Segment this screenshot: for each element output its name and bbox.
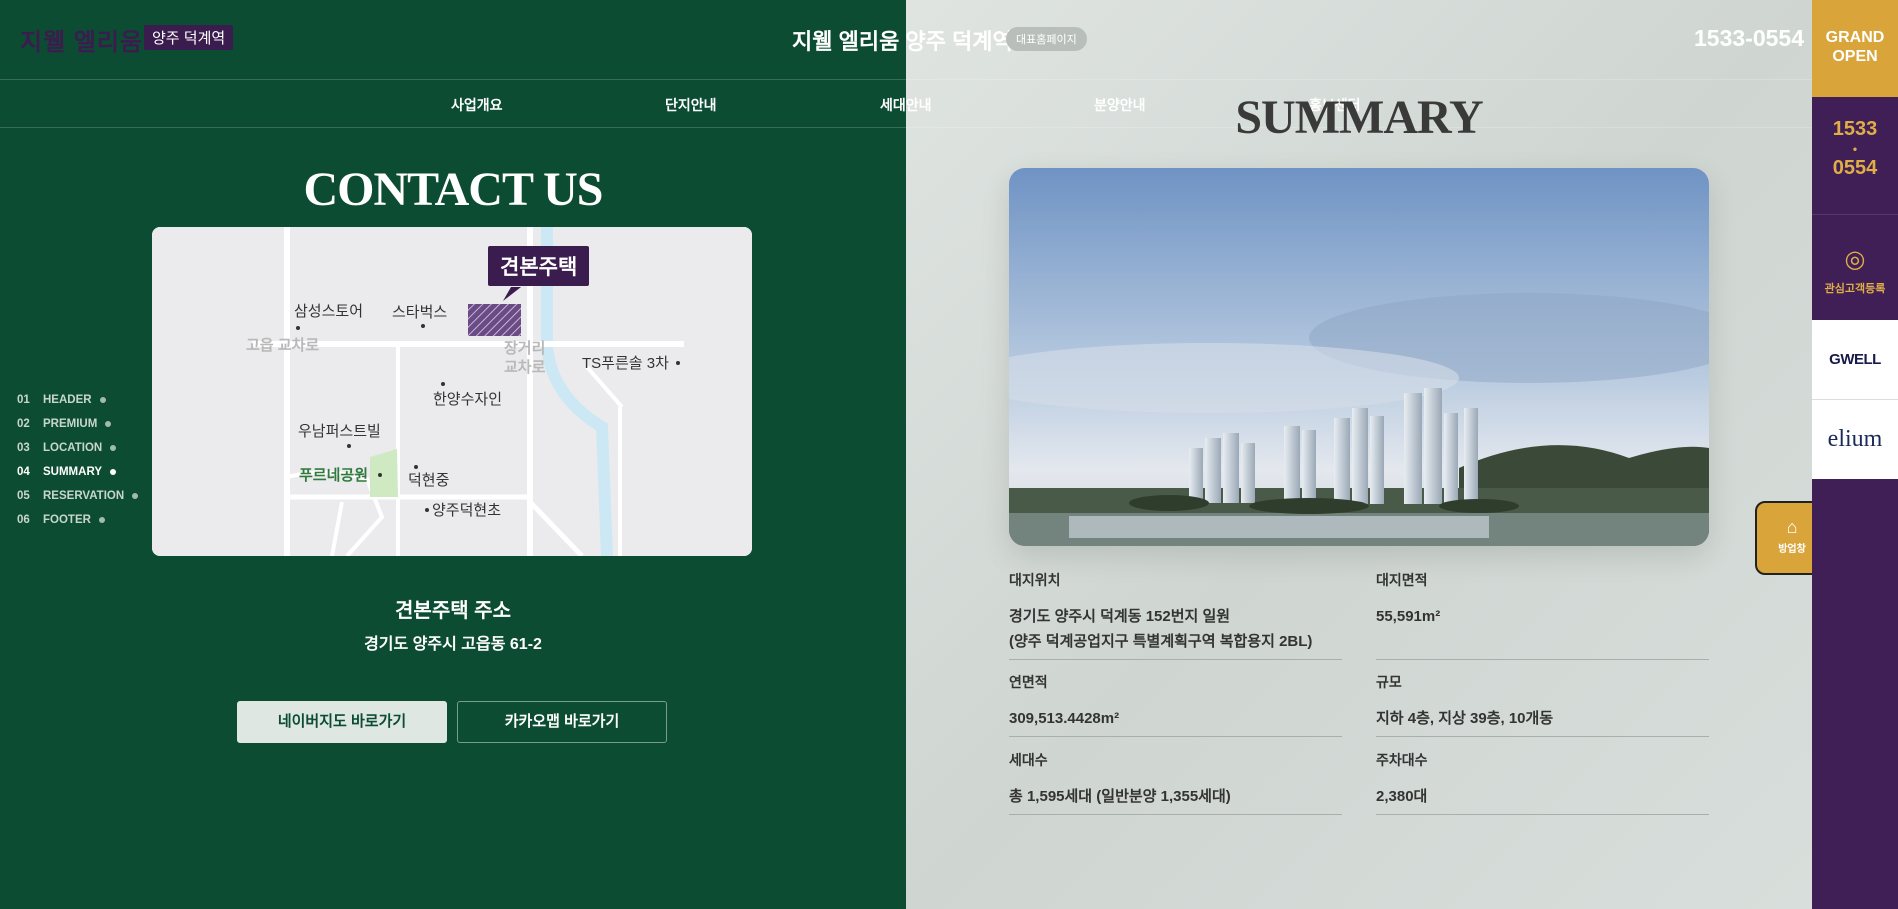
nav-dot-icon [132, 493, 139, 499]
map-label-hanyang: 한양수자인 [433, 391, 503, 408]
target-icon: ◎ [1844, 246, 1866, 273]
summary-title: SUMMARY [1235, 91, 1483, 144]
location-map: 견본주택 삼성스토어 스타벅스 고읍 교차로 장거리 교차로 TS푸른솔 3차 … [152, 227, 752, 556]
nav-dot-icon [110, 469, 116, 475]
site-title[interactable]: 지웰 엘리움 양주 덕계역 [792, 24, 1013, 56]
address-text: 경기도 양주시 고읍동 61-2 [364, 636, 542, 653]
map-label-starbucks: 스타벅스 [392, 304, 448, 321]
official-site-badge: 대표홈페이지 [1006, 27, 1087, 51]
map-label-ts: TS푸른솔 3차 [582, 355, 669, 372]
section-nav-reservation[interactable]: 05 RESERVATION [17, 484, 139, 508]
model-house-marker-label: 견본주택 [500, 256, 578, 279]
elium-brand-logo[interactable]: elium [1812, 400, 1898, 479]
map-label-deokhyeon-middle: 덕현중 [408, 472, 450, 489]
map-label-samsung: 삼성스토어 [294, 303, 364, 320]
nav-dot-icon [105, 421, 112, 427]
section-nav-premium[interactable]: 02 PREMIUM [17, 412, 138, 436]
nav-dot-icon [98, 517, 105, 523]
gwell-brand-logo[interactable]: GWELL [1812, 320, 1898, 400]
section-nav-summary[interactable]: 04 SUMMARY [17, 460, 138, 484]
section-nav-footer[interactable]: 06 FOOTER [17, 508, 138, 532]
site-logo[interactable]: 지웰 엘리움 [20, 22, 143, 57]
right-quick-bar: GRAND OPEN 1533 • 0554 ◎ 관심고객등록 GWELL el… [1812, 0, 1898, 909]
info-site-location: 대지위치 경기도 양주시 덕계동 152번지 일원 (양주 덕계공업지구 특별계… [1009, 570, 1342, 660]
section-nav-header[interactable]: 01 HEADER [17, 388, 138, 412]
map-label-park: 푸르네공원 [299, 467, 369, 484]
info-parking: 주차대수 2,380대 [1376, 750, 1709, 815]
address-title: 견본주택 주소 [395, 600, 511, 622]
map-label-deokhyeon-elem: 양주덕현초 [432, 502, 502, 519]
section-nav: 01 HEADER 02 PREMIUM 03 LOCATION 04 SUMMARY … [17, 388, 139, 532]
map-label-goeup: 고읍 교차로 [246, 337, 320, 354]
info-floor-area: 연면적 309,513.4428m² [1009, 672, 1342, 737]
kakao-map-button[interactable]: 카카오맵 바로가기 [457, 701, 667, 743]
map-label-unam: 우남퍼스트빌 [298, 423, 381, 440]
nav-dot-icon [110, 445, 117, 451]
grand-open-banner[interactable]: GRAND OPEN [1812, 0, 1898, 97]
info-households: 세대수 총 1,595세대 (일반분양 1,355세대) [1009, 750, 1342, 815]
info-site-area: 대지면적 55,591m² [1376, 570, 1709, 660]
info-scale: 규모 지하 4층, 지상 39층, 10개동 [1376, 672, 1709, 737]
site-header: 지웰 엘리움 양주 덕계역 지웰 엘리움 양주 덕계역 대표홈페이지 1533-… [0, 0, 1812, 80]
nav-item-business[interactable]: 사업개요 [451, 95, 503, 115]
naver-map-button[interactable]: 네이버지도 바로가기 [237, 701, 447, 743]
interest-register-button[interactable]: ◎ 관심고객등록 [1812, 215, 1898, 330]
nav-item-complex[interactable]: 단지안내 [665, 95, 717, 115]
complex-rendering-image [1009, 168, 1709, 546]
header-phone[interactable]: 1533-0554 [1694, 25, 1804, 52]
contact-title: CONTACT US [303, 163, 604, 216]
sidebar-phone[interactable]: 1533 • 0554 [1812, 97, 1898, 215]
model-house-marker[interactable]: 견본주택 [488, 246, 590, 286]
nav-dot-icon [99, 397, 106, 403]
map-label-janggeori-2: 교차로 [504, 359, 546, 376]
logo-badge: 양주 덕계역 [144, 25, 234, 50]
map-label-janggeori-1: 장거리 [504, 340, 546, 357]
section-nav-location[interactable]: 03 LOCATION [17, 436, 138, 460]
